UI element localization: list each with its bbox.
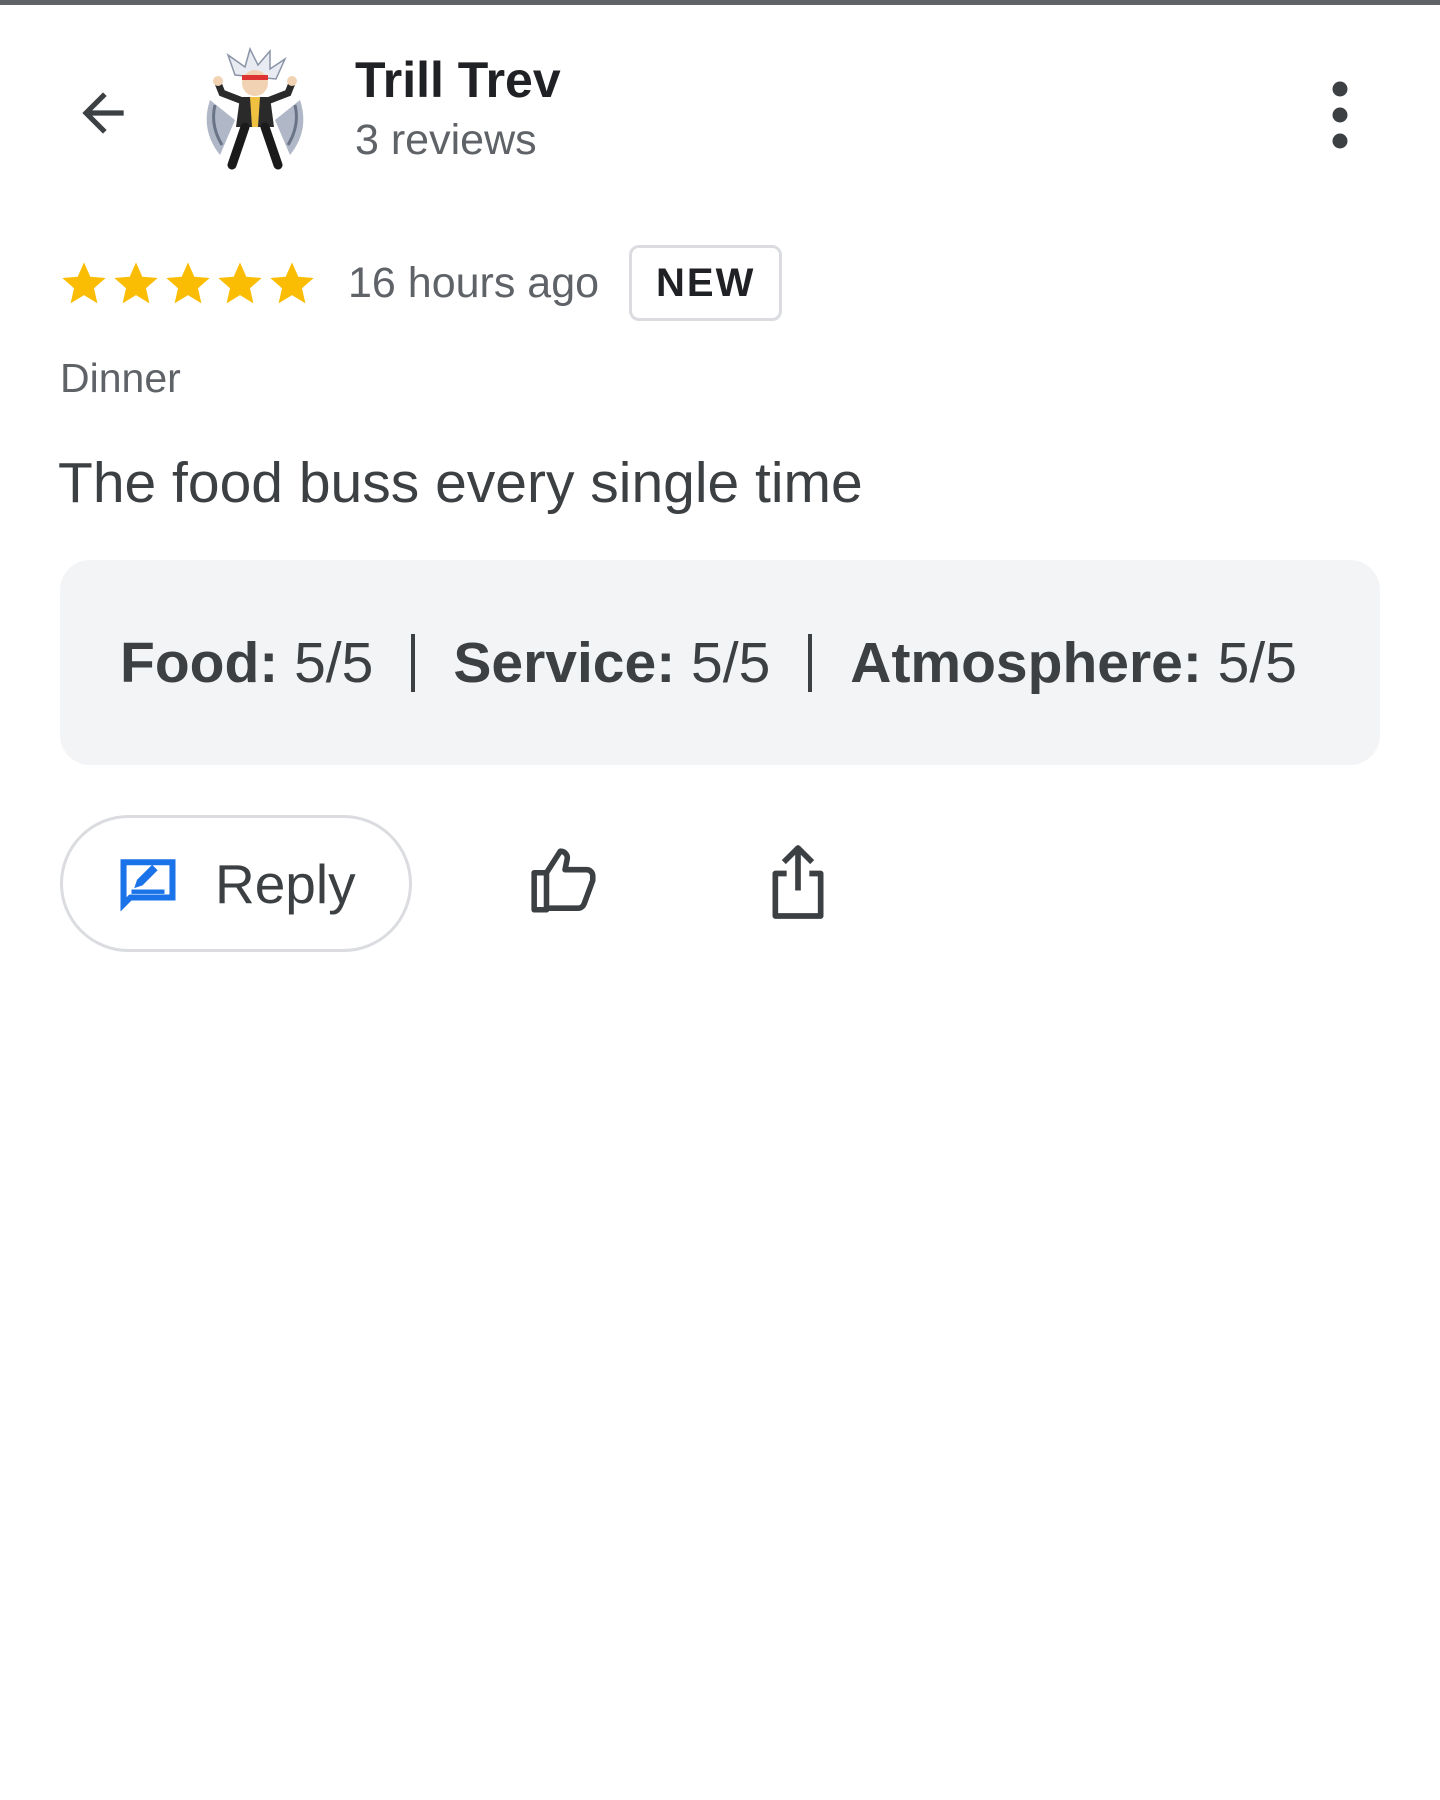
thumbs-up-icon bbox=[531, 848, 596, 913]
review-actions: Reply bbox=[60, 815, 1380, 955]
avatar[interactable] bbox=[190, 45, 320, 175]
rating-row: 16 hours ago NEW bbox=[58, 240, 783, 326]
atmosphere-rating-value: 5/5 bbox=[1217, 630, 1297, 695]
reviewer-review-count[interactable]: 3 reviews bbox=[355, 112, 561, 168]
review-time: 16 hours ago bbox=[348, 258, 600, 307]
reviewer-header: Trill Trev 3 reviews bbox=[0, 40, 1440, 180]
star-rating bbox=[58, 257, 318, 309]
new-badge: NEW bbox=[629, 245, 783, 321]
service-rating-value: 5/5 bbox=[691, 630, 771, 695]
service-rating-label: Service: bbox=[453, 630, 676, 695]
star-icon bbox=[114, 262, 158, 304]
rating-divider bbox=[411, 633, 416, 692]
top-status-line bbox=[0, 0, 1440, 5]
sub-ratings-box: Food: 5/5 Service: 5/5 Atmosphere: 5/5 bbox=[60, 560, 1380, 765]
food-rating: Food: 5/5 bbox=[120, 630, 373, 696]
reply-edit-icon bbox=[120, 858, 176, 911]
star-icon bbox=[218, 262, 262, 304]
service-rating: Service: 5/5 bbox=[453, 630, 770, 696]
share-icon bbox=[772, 845, 824, 919]
reply-label: Reply bbox=[215, 852, 356, 915]
food-rating-label: Food: bbox=[120, 630, 279, 695]
share-button[interactable] bbox=[753, 837, 843, 927]
atmosphere-rating: Atmosphere: 5/5 bbox=[850, 630, 1297, 696]
more-vertical-icon bbox=[1332, 81, 1348, 149]
meal-type: Dinner bbox=[60, 355, 181, 401]
more-options-button[interactable] bbox=[1300, 65, 1380, 165]
review-text: The food buss every single time bbox=[58, 451, 863, 515]
atmosphere-rating-label: Atmosphere: bbox=[850, 630, 1202, 695]
reviewer-name[interactable]: Trill Trev bbox=[355, 50, 561, 110]
avatar-character-image bbox=[190, 45, 320, 175]
star-icon bbox=[270, 262, 314, 304]
star-icon bbox=[62, 262, 106, 304]
reply-button[interactable]: Reply bbox=[60, 815, 412, 952]
rating-divider bbox=[808, 633, 813, 692]
arrow-left-icon bbox=[82, 92, 124, 134]
reviewer-info: Trill Trev 3 reviews bbox=[355, 50, 561, 168]
food-rating-value: 5/5 bbox=[294, 630, 374, 695]
back-button[interactable] bbox=[60, 70, 146, 156]
star-icon bbox=[166, 262, 210, 304]
like-button[interactable] bbox=[520, 837, 610, 927]
